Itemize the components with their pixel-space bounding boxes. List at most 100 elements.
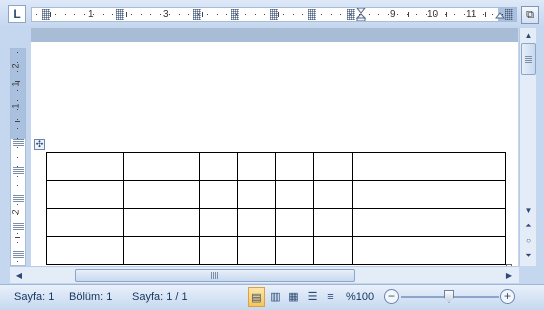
ruler-dot xyxy=(17,232,18,234)
next-page-button[interactable]: ⏷ xyxy=(521,249,536,263)
table-cell[interactable] xyxy=(237,180,276,209)
status-page[interactable]: Sayfa: 1 xyxy=(14,291,54,303)
table-cell[interactable] xyxy=(123,180,200,209)
horizontal-scrollbar[interactable]: ◀ ▶ xyxy=(10,266,519,283)
status-page-count[interactable]: Sayfa: 1 / 1 xyxy=(132,291,188,303)
scroll-left-button[interactable]: ◀ xyxy=(12,268,26,283)
tab-selector-button[interactable]: L xyxy=(8,5,26,23)
ruler-tick xyxy=(50,12,51,17)
table-column-marker[interactable] xyxy=(308,9,316,20)
view-ruler-button[interactable]: ⧉ xyxy=(521,6,539,24)
table-column-marker[interactable] xyxy=(116,9,124,20)
table-cell[interactable] xyxy=(352,208,506,237)
document-table[interactable] xyxy=(46,152,506,265)
full-screen-reading-icon: ▥ xyxy=(270,291,281,303)
ruler-dot xyxy=(131,14,132,15)
zoom-slider-thumb[interactable] xyxy=(444,290,454,303)
draft-view-button[interactable]: ≡ xyxy=(322,287,339,307)
vertical-scrollbar[interactable]: ▲ ▼ ⏶ ○ ⏷ xyxy=(519,28,536,266)
right-indent-marker[interactable] xyxy=(495,12,505,22)
double-triangle-down-icon: ⏷ xyxy=(525,251,532,260)
ruler-number: 1 xyxy=(88,9,94,20)
table-cell[interactable] xyxy=(123,152,200,181)
select-browse-object-button[interactable]: ○ xyxy=(521,234,536,248)
ruler-dot xyxy=(17,204,18,205)
scroll-right-button[interactable]: ▶ xyxy=(502,268,516,283)
table-cell[interactable] xyxy=(275,236,314,265)
table-column-marker[interactable] xyxy=(270,9,278,20)
ruler-dot xyxy=(216,14,218,15)
vertical-scroll-thumb[interactable] xyxy=(521,43,536,75)
ruler-dot xyxy=(245,14,246,15)
table-move-handle[interactable]: ✣ xyxy=(34,139,45,150)
table-cell[interactable] xyxy=(46,236,124,265)
table-cell[interactable] xyxy=(237,236,276,265)
table-cell[interactable] xyxy=(123,236,200,265)
table-row xyxy=(46,236,506,265)
table-cell[interactable] xyxy=(199,152,238,181)
table-column-marker[interactable] xyxy=(231,9,239,20)
ruler-tick xyxy=(15,121,20,122)
ruler-dot xyxy=(254,14,256,15)
horizontal-ruler[interactable]: 1 3 9 10 11 xyxy=(31,7,517,22)
ruler-number: 2 xyxy=(10,209,21,215)
full-screen-reading-view-button[interactable]: ▥ xyxy=(267,287,284,307)
table-cell[interactable] xyxy=(313,152,353,181)
table-row-marker[interactable] xyxy=(13,223,24,230)
table-cell[interactable] xyxy=(237,152,276,181)
web-layout-icon: ▦ xyxy=(288,291,299,303)
ruler-dot xyxy=(463,14,465,15)
table-column-marker[interactable] xyxy=(42,9,50,20)
ruler-dot xyxy=(482,14,484,15)
scroll-down-button[interactable]: ▼ xyxy=(521,204,536,218)
table-column-marker[interactable] xyxy=(193,9,201,20)
table-column-marker[interactable] xyxy=(347,9,355,20)
table-cell[interactable] xyxy=(313,236,353,265)
print-layout-view-button[interactable]: ▤ xyxy=(248,287,265,307)
vertical-ruler[interactable]: 2 1 1 2 xyxy=(10,48,26,266)
ruler-dot xyxy=(397,14,398,15)
table-cell[interactable] xyxy=(46,152,124,181)
table-row-marker[interactable] xyxy=(13,139,24,146)
table-cell[interactable] xyxy=(313,180,353,209)
table-row xyxy=(46,152,506,181)
table-cell[interactable] xyxy=(275,152,314,181)
table-row-marker[interactable] xyxy=(13,251,24,258)
table-cell[interactable] xyxy=(352,236,506,265)
table-cell[interactable] xyxy=(313,208,353,237)
zoom-out-button[interactable]: − xyxy=(384,289,399,304)
table-cell[interactable] xyxy=(46,180,124,209)
previous-page-button[interactable]: ⏶ xyxy=(521,219,536,233)
table-row-marker[interactable] xyxy=(13,167,24,174)
zoom-in-button[interactable]: + xyxy=(500,289,515,304)
outline-view-button[interactable]: ☰ xyxy=(304,287,321,307)
minus-icon: − xyxy=(387,289,395,303)
scroll-up-button[interactable]: ▲ xyxy=(521,29,536,43)
horizontal-scroll-thumb[interactable] xyxy=(75,269,355,282)
zoom-level[interactable]: %100 xyxy=(346,291,374,303)
ruler-number: 2 xyxy=(10,63,21,69)
ruler-dot xyxy=(150,14,151,15)
table-cell[interactable] xyxy=(352,152,506,181)
table-cell[interactable] xyxy=(199,180,238,209)
ruler-tick xyxy=(126,12,127,17)
ruler-dot xyxy=(264,14,265,15)
document-page[interactable]: ✣ xyxy=(31,42,518,266)
web-layout-view-button[interactable]: ▦ xyxy=(285,287,302,307)
table-cell[interactable] xyxy=(123,208,200,237)
table-cell[interactable] xyxy=(275,180,314,209)
status-section[interactable]: Bölüm: 1 xyxy=(69,291,112,303)
indent-marker[interactable] xyxy=(356,8,366,22)
table-cell[interactable] xyxy=(237,208,276,237)
table-row-marker[interactable] xyxy=(13,195,24,202)
ruler-dot xyxy=(340,14,341,15)
table-cell[interactable] xyxy=(199,208,238,237)
table-cell[interactable] xyxy=(275,208,314,237)
table-row xyxy=(46,180,506,209)
table-column-marker[interactable] xyxy=(505,9,513,20)
table-cell[interactable] xyxy=(46,208,124,237)
table-cell[interactable] xyxy=(352,180,506,209)
ruler-dot xyxy=(169,14,170,15)
table-cell[interactable] xyxy=(199,236,238,265)
plus-icon: + xyxy=(503,289,511,303)
